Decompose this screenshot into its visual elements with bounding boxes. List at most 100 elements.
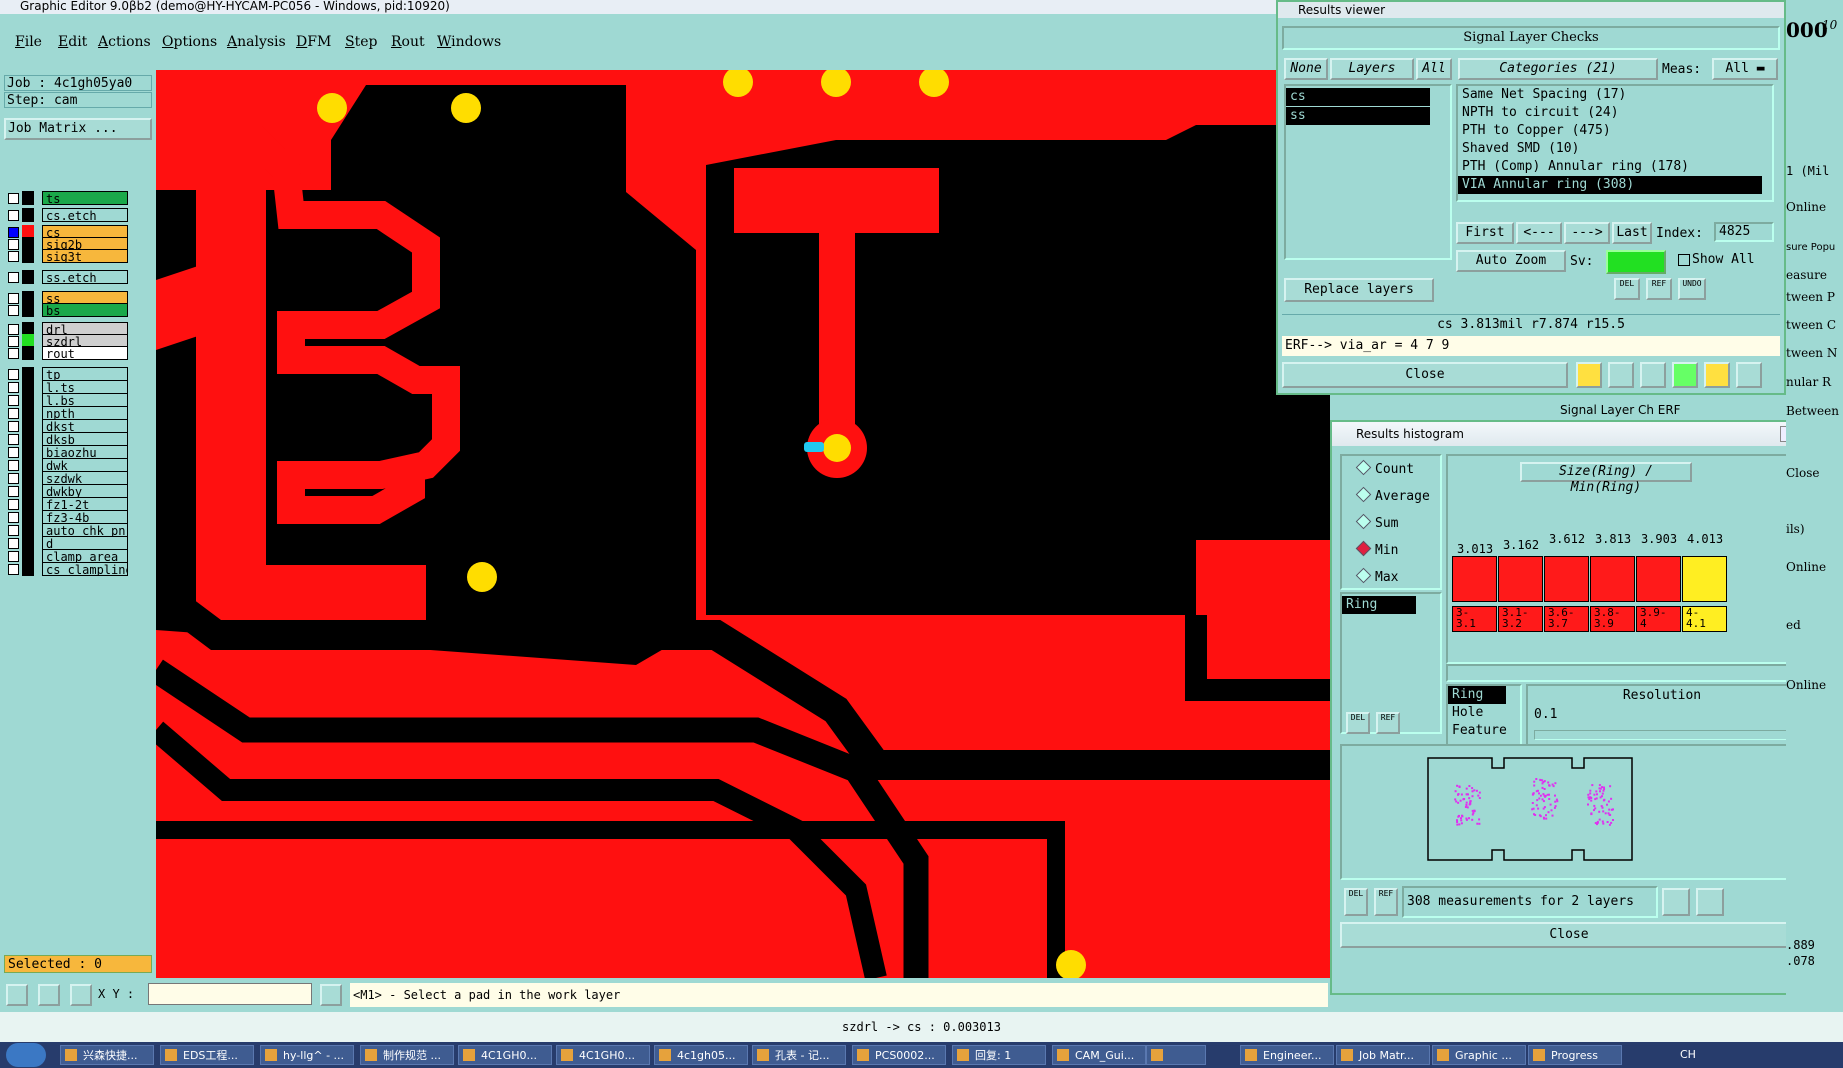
layer-checkbox[interactable] [8,348,19,359]
none-button[interactable]: None [1284,58,1328,80]
histogram-bar[interactable] [1590,556,1635,602]
layer-row[interactable]: bs [6,303,128,318]
layer-row[interactable]: sig3t [6,249,128,264]
menu-edit[interactable]: Edit [58,34,87,50]
del-button[interactable]: DEL [1614,278,1640,300]
histogram-bar[interactable] [1452,556,1497,602]
histogram-bar[interactable] [1636,556,1681,602]
layer-checkbox[interactable] [8,305,19,316]
layer-checkbox[interactable] [8,251,19,262]
input-lang[interactable]: CH [1680,1048,1696,1061]
taskbar-item[interactable]: 4c1gh05... [654,1045,748,1065]
taskbar-item[interactable]: hy-llg^ - ... [260,1045,354,1065]
attr-item[interactable]: Feature [1448,722,1520,740]
info-icon[interactable] [320,984,342,1006]
taskbar-item[interactable]: 孔表 - 记... [752,1045,846,1065]
menu-windows[interactable]: Windows [437,34,501,50]
menu-actions[interactable]: Actions [98,34,151,50]
start-button[interactable] [6,1043,46,1067]
hist-scrollbar[interactable] [1446,664,1798,682]
prev-button[interactable]: <--- [1516,222,1562,244]
category-item[interactable]: Shaved SMD (10) [1458,140,1772,158]
radio-sum[interactable]: Sum [1355,513,1398,531]
attr-item[interactable]: Hole [1448,704,1520,722]
layer-checkbox[interactable] [8,538,19,549]
strip-text[interactable]: Close [1786,466,1843,480]
layer-checkbox[interactable] [8,499,19,510]
auto-zoom-dropdown[interactable]: Auto Zoom [1456,250,1566,272]
layer-checkbox[interactable] [8,408,19,419]
show-all-checkbox[interactable] [1678,254,1690,266]
radio-average[interactable]: Average [1355,486,1430,504]
hist-ref-button[interactable]: REF [1376,712,1400,734]
delete-x-icon[interactable] [1640,362,1666,388]
layer-row[interactable]: ts [6,191,128,206]
export-icon[interactable] [1608,362,1634,388]
hist-del-button[interactable]: DEL [1346,712,1370,734]
layer-checkbox[interactable] [8,382,19,393]
grid-icon[interactable] [70,984,92,1006]
mark-icon[interactable] [1576,362,1602,388]
layer-checkbox[interactable] [8,395,19,406]
menu-file[interactable]: File [15,34,42,50]
zoom-fit-icon[interactable] [1696,888,1724,916]
taskbar-item[interactable] [1146,1045,1206,1065]
taskbar-item[interactable]: 4C1GH0... [458,1045,552,1065]
category-item[interactable]: PTH (Comp) Annular ring (178) [1458,158,1772,176]
layer-row[interactable]: cs_clampline [6,562,128,577]
layer-result-item[interactable]: cs [1286,88,1430,106]
layer-row[interactable]: rout [6,346,128,361]
taskbar-item[interactable]: 4C1GH0... [556,1045,650,1065]
job-matrix-button[interactable]: Job Matrix ... [4,118,152,140]
taskbar-item[interactable]: 制作规范 ... [360,1045,454,1065]
layers-button[interactable]: Layers [1330,58,1414,80]
taskbar-item[interactable]: 兴森快捷... [60,1045,154,1065]
meas-dropdown[interactable]: All ▬ [1712,58,1778,80]
layer-checkbox[interactable] [8,434,19,445]
attr-item[interactable]: Ring [1448,686,1506,704]
menu-analysis[interactable]: Analysis [227,34,286,50]
taskbar-item[interactable]: Graphic ... [1432,1045,1526,1065]
taskbar-item[interactable]: PCS0002... [852,1045,946,1065]
category-item[interactable]: PTH to Copper (475) [1458,122,1772,140]
histogram-bar[interactable] [1498,556,1543,602]
layer-checkbox[interactable] [8,193,19,204]
menu-step[interactable]: Step [345,34,377,50]
pcb-canvas[interactable] [156,70,1330,978]
layer-checkbox[interactable] [8,512,19,523]
layer-row[interactable]: ss.etch [6,270,128,285]
measure-icon[interactable] [38,984,60,1006]
layer-checkbox[interactable] [8,564,19,575]
layer-result-item[interactable]: ss [1286,107,1430,125]
taskbar-item[interactable]: 回复: 1 [952,1045,1046,1065]
layer-row[interactable]: cs.etch [6,208,128,223]
layer-checkbox[interactable] [8,525,19,536]
layer-checkbox[interactable] [8,210,19,221]
attribute-list[interactable]: Ring Hole Feature [1446,684,1522,746]
layer-checkbox[interactable] [8,486,19,497]
xy-input[interactable] [148,983,312,1005]
layer-checkbox[interactable] [8,447,19,458]
ref-button[interactable]: REF [1646,278,1672,300]
menu-rout[interactable]: Rout [391,34,425,50]
radio-min[interactable]: Min [1355,540,1398,558]
taskbar-item[interactable]: Engineer... [1240,1045,1334,1065]
number-icon[interactable] [1672,362,1698,388]
category-list[interactable]: Same Net Spacing (17) NPTH to circuit (2… [1456,84,1774,202]
category-item[interactable]: Same Net Spacing (17) [1458,86,1772,104]
hist-close-button[interactable]: Close [1340,922,1798,948]
rv-close-button[interactable]: Close [1282,362,1568,388]
sv-color-dropdown[interactable] [1606,250,1666,274]
menu-options[interactable]: Options [162,34,217,50]
all-layers-button[interactable]: All [1416,58,1452,80]
taskbar-item[interactable]: EDS工程... [160,1045,254,1065]
next-button[interactable]: ---> [1564,222,1610,244]
category-item[interactable]: NPTH to circuit (24) [1458,104,1772,122]
preview-ref-button[interactable]: REF [1374,888,1398,916]
histogram-icon[interactable] [1736,362,1762,388]
zoom-window-icon[interactable] [1662,888,1690,916]
last-button[interactable]: Last [1612,222,1652,244]
snap-icon[interactable] [6,984,28,1006]
replace-layers-dropdown[interactable]: Replace layers [1284,278,1434,302]
menu-dfm[interactable]: DFM [296,34,331,50]
